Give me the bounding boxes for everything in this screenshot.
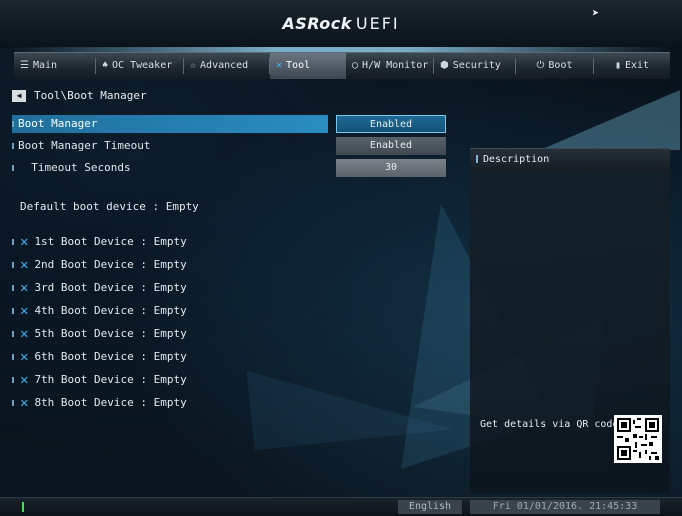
row-marker xyxy=(12,377,14,383)
description-header: Description xyxy=(470,149,670,171)
footer: English Fri 01/01/2016. 21:45:33 xyxy=(0,497,682,516)
mouse-cursor-icon: ➤ xyxy=(592,6,600,20)
status-mark xyxy=(22,502,24,512)
tab-label: Security xyxy=(452,60,501,71)
tab-boot[interactable]: ⏻ Boot xyxy=(516,58,594,74)
row-marker xyxy=(12,285,14,291)
brand-product: UEFI xyxy=(355,14,400,33)
boot-device-6[interactable]: ✕ 6th Boot Device : Empty xyxy=(12,348,187,366)
boot-manager-timeout-value[interactable]: Enabled xyxy=(336,137,446,155)
boot-device-3[interactable]: ✕ 3rd Boot Device : Empty xyxy=(12,279,187,297)
setting-timeout-seconds[interactable]: Timeout Seconds xyxy=(12,159,328,177)
tab-tool[interactable]: ✕ Tool xyxy=(270,53,346,79)
boot-device-label: 4th Boot Device : Empty xyxy=(34,304,187,317)
boot-device-8[interactable]: ✕ 8th Boot Device : Empty xyxy=(12,394,187,412)
boot-device-label: 6th Boot Device : Empty xyxy=(34,350,187,363)
breadcrumb: ◀ Tool\Boot Manager xyxy=(12,89,147,102)
breadcrumb-path: Tool\Boot Manager xyxy=(34,89,147,102)
tab-hw-monitor[interactable]: ◯ H/W Monitor xyxy=(346,58,434,74)
boot-device-label: 1st Boot Device : Empty xyxy=(34,235,187,248)
tab-advanced[interactable]: ☆ Advanced xyxy=(184,58,270,74)
boot-device-1[interactable]: ✕ 1st Boot Device : Empty xyxy=(12,233,187,251)
tab-main[interactable]: ☰ Main xyxy=(14,58,96,74)
boot-device-label: 5th Boot Device : Empty xyxy=(34,327,187,340)
header: ASRock UEFI ➤ xyxy=(0,0,682,48)
tools-icon: ✕ xyxy=(20,257,29,273)
tools-icon: ✕ xyxy=(20,303,29,319)
setting-label: Boot Manager Timeout xyxy=(18,139,151,152)
list-icon: ☰ xyxy=(20,60,29,71)
boot-device-2[interactable]: ✕ 2nd Boot Device : Empty xyxy=(12,256,187,274)
description-title: Description xyxy=(483,154,550,165)
flame-icon: ♠ xyxy=(102,60,109,71)
tab-label: Advanced xyxy=(200,60,249,71)
row-marker xyxy=(12,121,14,127)
tools-icon: ✕ xyxy=(276,60,283,71)
boot-device-7[interactable]: ✕ 7th Boot Device : Empty xyxy=(12,371,187,389)
brand-name: ASRock xyxy=(282,14,352,33)
tools-icon: ✕ xyxy=(20,349,29,365)
back-arrow-icon[interactable]: ◀ xyxy=(12,90,26,102)
tab-label: OC Tweaker xyxy=(112,60,173,71)
tab-label: Exit xyxy=(624,60,650,71)
tab-label: H/W Monitor xyxy=(362,60,429,71)
row-marker xyxy=(12,400,14,406)
row-marker xyxy=(12,239,14,245)
tools-icon: ✕ xyxy=(20,326,29,342)
row-marker xyxy=(12,262,14,268)
setting-label: Boot Manager xyxy=(18,117,98,130)
tab-label: Boot xyxy=(548,60,573,71)
qr-code-icon[interactable] xyxy=(614,415,662,463)
tab-label: Main xyxy=(32,60,58,71)
boot-device-label: 7th Boot Device : Empty xyxy=(34,373,187,386)
boot-device-label: 2nd Boot Device : Empty xyxy=(34,258,187,271)
setting-boot-manager[interactable]: Boot Manager xyxy=(12,115,328,133)
tab-bar: ☰ Main ♠ OC Tweaker ☆ Advanced ✕ Tool ◯ H/W M… xyxy=(14,47,670,79)
boot-device-5[interactable]: ✕ 5th Boot Device : Empty xyxy=(12,325,187,343)
power-icon: ⏻ xyxy=(536,60,545,71)
shield-icon: ⬢ xyxy=(440,60,449,71)
tools-icon: ✕ xyxy=(20,234,29,250)
datetime-display: Fri 01/01/2016. 21:45:33 xyxy=(470,500,660,514)
tools-icon: ✕ xyxy=(20,372,29,388)
boot-device-label: 8th Boot Device : Empty xyxy=(34,396,187,409)
monitor-icon: ◯ xyxy=(352,60,359,71)
setting-boot-manager-timeout[interactable]: Boot Manager Timeout xyxy=(12,137,328,155)
header-marker xyxy=(476,155,478,163)
setting-label: Timeout Seconds xyxy=(31,161,131,174)
exit-icon: ▮ xyxy=(614,60,621,71)
tab-label: Tool xyxy=(286,60,311,71)
row-marker xyxy=(12,165,14,171)
background-shard xyxy=(246,349,454,451)
tab-security[interactable]: ⬢ Security xyxy=(434,58,516,74)
tools-icon: ✕ xyxy=(20,280,29,296)
default-boot-device: Default boot device : Empty xyxy=(20,200,199,213)
row-marker xyxy=(12,143,14,149)
row-marker xyxy=(12,331,14,337)
qr-label: Get details via QR code xyxy=(480,419,619,430)
tools-icon: ✕ xyxy=(20,395,29,411)
boot-manager-value[interactable]: Enabled xyxy=(336,115,446,133)
tab-oc-tweaker[interactable]: ♠ OC Tweaker xyxy=(96,58,184,74)
tab-exit[interactable]: ▮ Exit xyxy=(594,58,670,74)
star-icon: ☆ xyxy=(190,60,197,71)
boot-device-4[interactable]: ✕ 4th Boot Device : Empty xyxy=(12,302,187,320)
boot-device-label: 3rd Boot Device : Empty xyxy=(34,281,187,294)
row-marker xyxy=(12,308,14,314)
timeout-seconds-value[interactable]: 30 xyxy=(336,159,446,177)
background-shard xyxy=(540,90,680,150)
description-panel: Description Get details via QR code xyxy=(470,148,670,493)
language-selector[interactable]: English xyxy=(398,500,462,514)
brand-logo: ASRock UEFI xyxy=(0,14,682,33)
row-marker xyxy=(12,354,14,360)
